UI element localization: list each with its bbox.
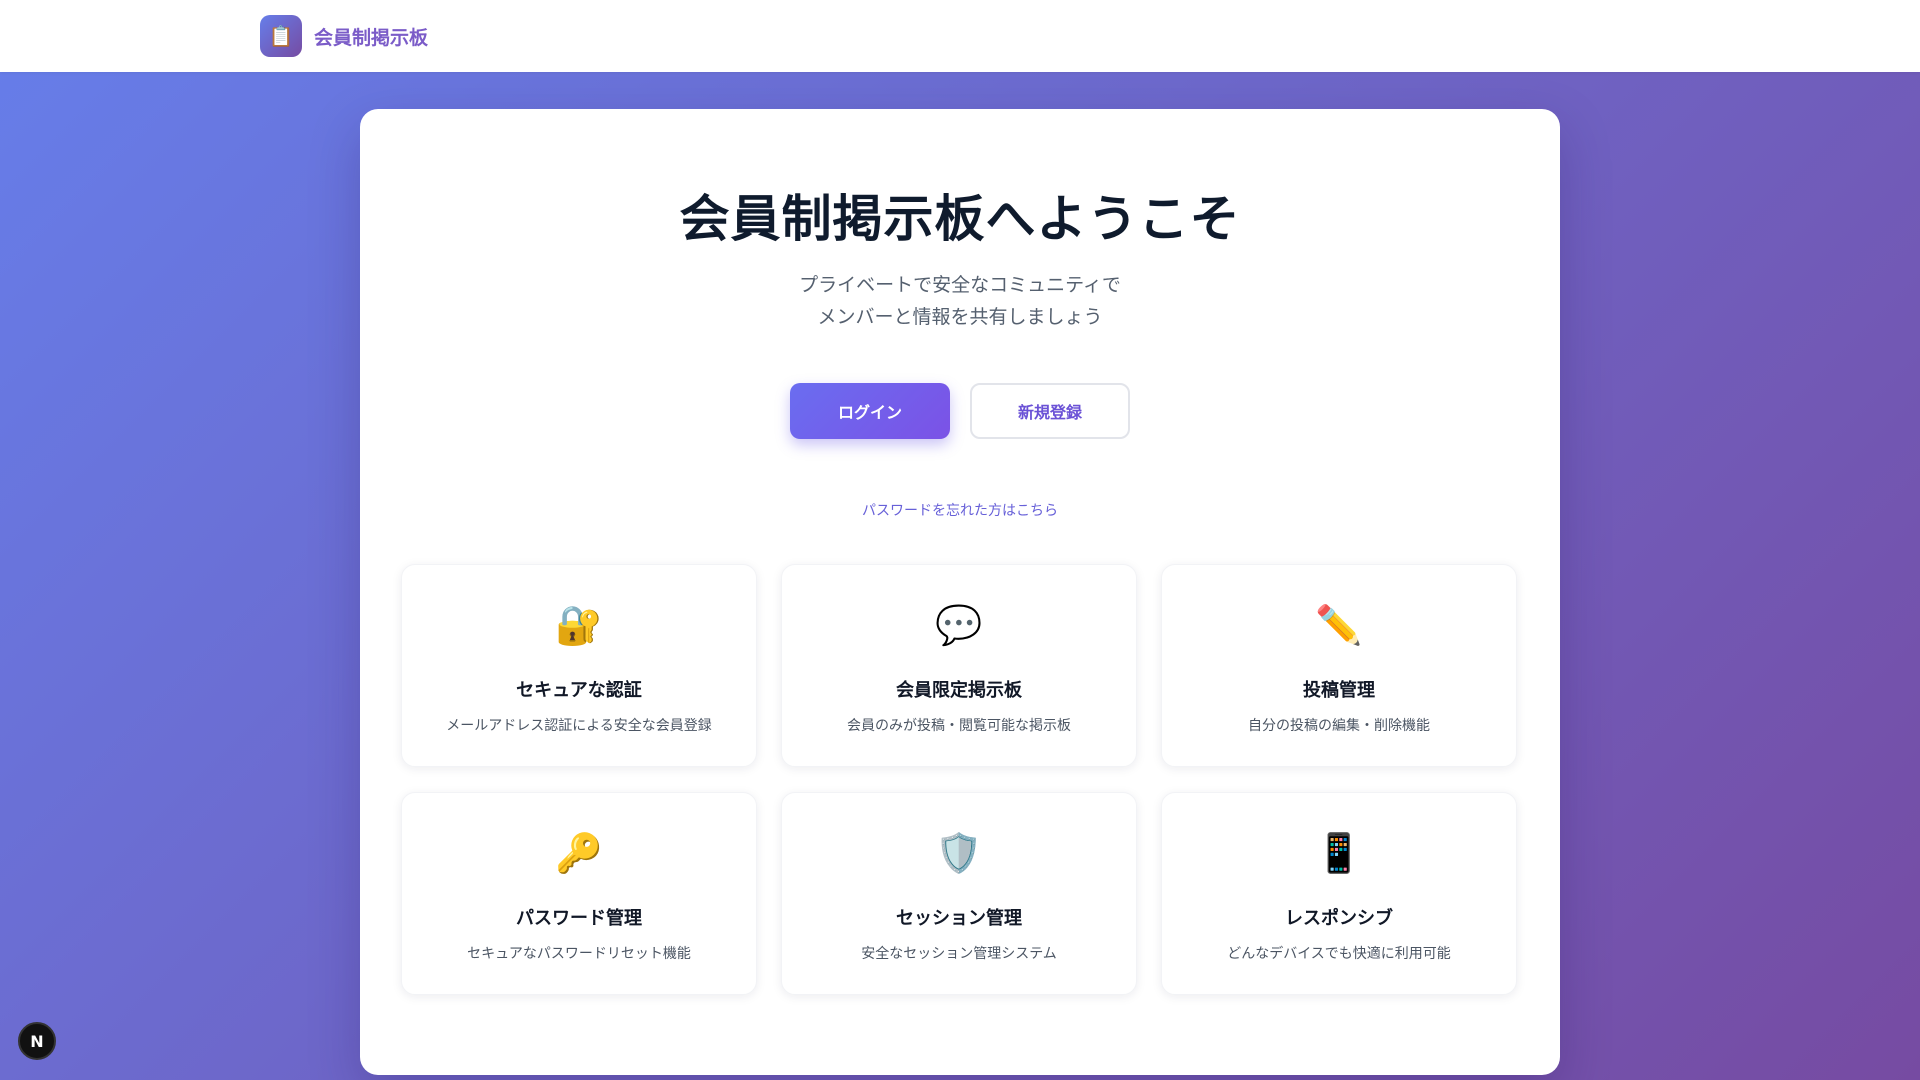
feature-card: 🛡️ セッション管理 安全なセッション管理システム <box>781 792 1137 995</box>
login-button[interactable]: ログイン <box>790 383 950 439</box>
shield-icon: 🛡️ <box>935 831 983 875</box>
dev-tools-badge[interactable]: N <box>18 1022 56 1060</box>
lock-key-icon: 🔐 <box>555 603 603 647</box>
feature-card: ✏️ 投稿管理 自分の投稿の編集・削除機能 <box>1161 564 1517 767</box>
feature-title: セキュアな認証 <box>516 680 642 701</box>
feature-description: セキュアなパスワードリセット機能 <box>467 946 691 962</box>
hero-title: 会員制掲示板へようこそ <box>679 190 1241 248</box>
forgot-password-link[interactable]: パスワードを忘れた方はこちら <box>360 500 1560 520</box>
hero-subtitle-line-2: メンバーと情報を共有しましょう <box>817 306 1103 328</box>
hero-subtitle-line-1: プライベートで安全なコミュニティで <box>799 274 1121 296</box>
welcome-card: 会員制掲示板へようこそ プライベートで安全なコミュニティで メンバーと情報を共有… <box>360 109 1560 1075</box>
feature-title: レスポンシブ <box>1285 908 1393 929</box>
brand-home-link[interactable]: 📋 会員制掲示板 <box>260 15 428 57</box>
feature-title: セッション管理 <box>896 908 1022 929</box>
key-icon: 🔑 <box>555 831 603 875</box>
brand-title: 会員制掲示板 <box>314 26 429 49</box>
speech-bubble-icon: 💬 <box>935 603 983 647</box>
register-button[interactable]: 新規登録 <box>970 383 1130 439</box>
clipboard-icon: 📋 <box>260 15 302 57</box>
hero-subtitle: プライベートで安全なコミュニティで メンバーと情報を共有しましょう <box>360 269 1560 333</box>
feature-title: 投稿管理 <box>1303 680 1375 701</box>
pencil-icon: ✏️ <box>1315 603 1363 647</box>
feature-grid: 🔐 セキュアな認証 メールアドレス認証による安全な会員登録 💬 会員限定掲示板 … <box>401 564 1518 995</box>
mobile-phone-icon: 📱 <box>1315 831 1363 875</box>
feature-card: 🔑 パスワード管理 セキュアなパスワードリセット機能 <box>401 792 757 995</box>
top-navbar: 📋 会員制掲示板 <box>0 0 1920 72</box>
feature-card: 🔐 セキュアな認証 メールアドレス認証による安全な会員登録 <box>401 564 757 767</box>
feature-card: 📱 レスポンシブ どんなデバイスでも快適に利用可能 <box>1161 792 1517 995</box>
feature-description: 安全なセッション管理システム <box>861 946 1057 962</box>
feature-title: 会員限定掲示板 <box>896 680 1022 701</box>
feature-description: メールアドレス認証による安全な会員登録 <box>446 718 712 734</box>
feature-description: 自分の投稿の編集・削除機能 <box>1248 718 1430 734</box>
feature-card: 💬 会員限定掲示板 会員のみが投稿・閲覧可能な掲示板 <box>781 564 1137 767</box>
feature-description: どんなデバイスでも快適に利用可能 <box>1227 946 1451 962</box>
feature-title: パスワード管理 <box>516 908 642 929</box>
feature-description: 会員のみが投稿・閲覧可能な掲示板 <box>847 718 1071 734</box>
